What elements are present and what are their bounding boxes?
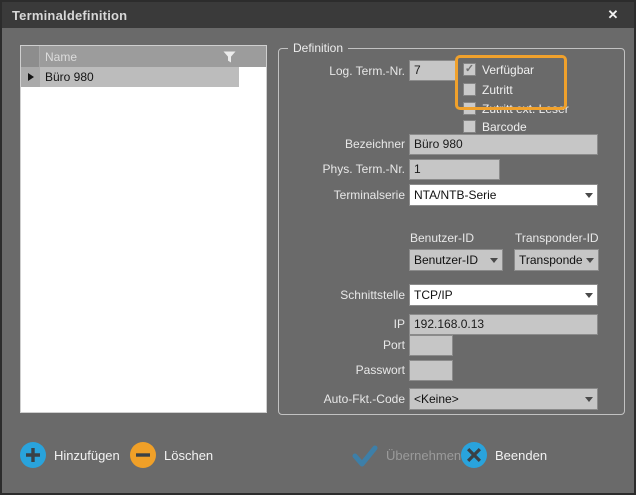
checkbox-row-verfuegbar[interactable]: ✓ Verfügbar bbox=[463, 62, 534, 77]
row-filler bbox=[239, 67, 266, 87]
terminal-list[interactable]: Name Büro 980 bbox=[20, 45, 267, 413]
filter-funnel-icon[interactable] bbox=[223, 51, 236, 63]
bezeichner-field[interactable]: Büro 980 bbox=[409, 134, 598, 155]
apply-button-label: Übernehmen bbox=[386, 448, 461, 463]
log-term-nr-field[interactable]: 7 bbox=[409, 60, 456, 81]
chevron-down-icon[interactable] bbox=[581, 397, 597, 402]
passwort-label: Passwort bbox=[279, 363, 405, 378]
checkbox-box[interactable]: ✓ bbox=[463, 83, 476, 96]
benutzer-id-column-label: Benutzer-ID bbox=[410, 231, 474, 245]
window-title: Terminaldefinition bbox=[12, 8, 127, 23]
benutzer-id-value: Benutzer-ID bbox=[414, 253, 486, 267]
definition-group: Definition Log. Term.-Nr. 7 ✓ Verfügbar … bbox=[278, 48, 625, 415]
add-button[interactable]: Hinzufügen bbox=[20, 442, 120, 468]
checkbox-box[interactable]: ✓ bbox=[463, 102, 476, 115]
current-row-arrow-icon bbox=[28, 73, 34, 81]
definition-group-label: Definition bbox=[288, 41, 348, 55]
chevron-down-icon[interactable] bbox=[581, 293, 597, 298]
close-icon[interactable]: ✕ bbox=[602, 4, 624, 26]
row-name-cell[interactable]: Büro 980 bbox=[40, 67, 239, 87]
column-header-name[interactable]: Name bbox=[40, 46, 239, 67]
checkbox-box[interactable]: ✓ bbox=[463, 63, 476, 76]
log-term-nr-label: Log. Term.-Nr. bbox=[279, 64, 405, 79]
port-field[interactable] bbox=[409, 335, 453, 356]
row-selector-cell bbox=[21, 67, 40, 87]
passwort-field[interactable] bbox=[409, 360, 453, 381]
port-label: Port bbox=[279, 338, 405, 353]
chevron-down-icon[interactable] bbox=[486, 258, 502, 263]
auto-fkt-code-label: Auto-Fkt.-Code bbox=[279, 392, 405, 407]
list-header: Name bbox=[21, 46, 266, 67]
chevron-down-icon[interactable] bbox=[582, 258, 598, 263]
title-bar: Terminaldefinition ✕ bbox=[2, 2, 634, 28]
add-button-label: Hinzufügen bbox=[54, 448, 120, 463]
transponder-id-dropdown[interactable]: Transponder- bbox=[514, 249, 599, 271]
benutzer-id-dropdown[interactable]: Benutzer-ID bbox=[409, 249, 503, 271]
ip-field[interactable]: 192.168.0.13 bbox=[409, 314, 598, 335]
apply-button[interactable]: Übernehmen bbox=[352, 442, 461, 468]
terminalserie-label: Terminalserie bbox=[279, 188, 405, 203]
end-button[interactable]: Beenden bbox=[461, 442, 547, 468]
table-row[interactable]: Büro 980 bbox=[21, 67, 266, 87]
ip-label: IP bbox=[279, 317, 405, 332]
checkbox-label: Zutritt ext. Leser bbox=[482, 102, 569, 116]
checkmark-icon: ✓ bbox=[465, 64, 474, 75]
checkbox-label: Verfügbar bbox=[482, 63, 534, 77]
transponder-id-value: Transponder- bbox=[519, 253, 582, 267]
column-header-label: Name bbox=[45, 50, 77, 64]
x-icon bbox=[461, 442, 487, 468]
checkbox-box[interactable]: ✓ bbox=[463, 120, 476, 133]
phys-term-nr-field[interactable]: 1 bbox=[409, 159, 500, 180]
schnittstelle-dropdown[interactable]: TCP/IP bbox=[409, 284, 598, 306]
checkbox-label: Zutritt bbox=[482, 83, 513, 97]
chevron-down-icon[interactable] bbox=[581, 193, 597, 198]
terminal-definition-dialog: Terminaldefinition ✕ Name Büro 980 bbox=[0, 0, 636, 495]
auto-fkt-code-value: <Keine> bbox=[414, 392, 581, 406]
checkbox-row-barcode[interactable]: ✓ Barcode bbox=[463, 119, 527, 134]
phys-term-nr-label: Phys. Term.-Nr. bbox=[279, 162, 405, 177]
checkbox-label: Barcode bbox=[482, 120, 527, 134]
auto-fkt-code-dropdown[interactable]: <Keine> bbox=[409, 388, 598, 410]
dialog-body: Name Büro 980 Definition Log. Term.-Nr. … bbox=[2, 28, 634, 493]
end-button-label: Beenden bbox=[495, 448, 547, 463]
header-filler bbox=[239, 46, 266, 67]
schnittstelle-value: TCP/IP bbox=[414, 288, 581, 302]
terminalserie-value: NTA/NTB-Serie bbox=[414, 188, 581, 202]
transponder-id-column-label: Transponder-ID bbox=[515, 231, 599, 245]
minus-icon bbox=[130, 442, 156, 468]
apply-check-icon bbox=[352, 442, 378, 468]
delete-button-label: Löschen bbox=[164, 448, 213, 463]
bezeichner-label: Bezeichner bbox=[279, 137, 405, 152]
schnittstelle-label: Schnittstelle bbox=[279, 288, 405, 303]
plus-icon bbox=[20, 442, 46, 468]
row-selector-header bbox=[21, 46, 40, 67]
terminalserie-dropdown[interactable]: NTA/NTB-Serie bbox=[409, 184, 598, 206]
checkbox-row-zutritt[interactable]: ✓ Zutritt bbox=[463, 82, 513, 97]
checkbox-row-zutritt-ext-leser[interactable]: ✓ Zutritt ext. Leser bbox=[463, 101, 569, 116]
delete-button[interactable]: Löschen bbox=[130, 442, 213, 468]
